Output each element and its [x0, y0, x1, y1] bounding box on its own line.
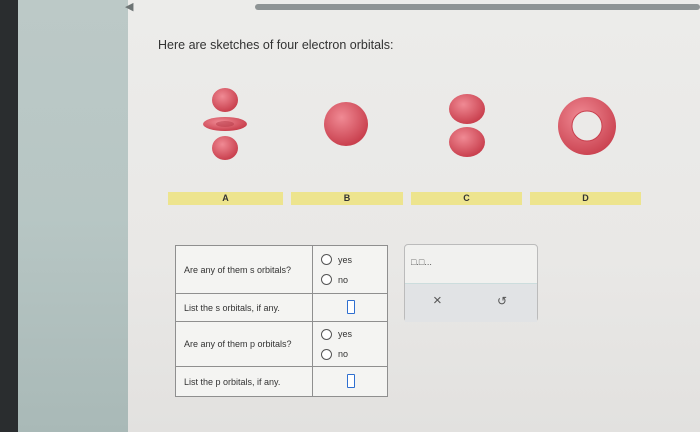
left-sidebar: [18, 0, 130, 432]
p-orbitals-input[interactable]: [347, 373, 355, 388]
radio-p-no[interactable]: no: [321, 344, 379, 364]
radio-p-no-label: no: [338, 349, 349, 359]
questions-table: Are any of them s orbitals? yes no List …: [175, 245, 388, 397]
radio-p-yes[interactable]: yes: [321, 324, 379, 344]
tools-action-bar: [405, 283, 537, 322]
radio-circle-icon[interactable]: [321, 328, 332, 340]
clear-x-icon[interactable]: ×: [433, 292, 442, 309]
radio-circle-icon[interactable]: [321, 274, 332, 285]
question-s-options: yes no: [312, 245, 388, 294]
orbital-label-d: D: [530, 192, 641, 205]
list-s-cell: [312, 293, 388, 322]
answer-tools-palette: □.□... × ↺: [404, 244, 538, 322]
orbital-c-sketch: [449, 94, 485, 157]
list-row-p: List the p orbitals, if any.: [175, 366, 388, 397]
radio-s-yes[interactable]: yes: [321, 250, 379, 270]
radio-circle-icon[interactable]: [321, 348, 332, 360]
question-s-text: Are any of them s orbitals?: [175, 245, 313, 294]
subscript-tool-button[interactable]: □.□...: [411, 257, 432, 267]
radio-s-yes-label: yes: [338, 254, 353, 265]
list-p-text: List the p orbitals, if any.: [175, 366, 313, 397]
list-row-s: List the s orbitals, if any.: [175, 293, 388, 322]
list-s-text: List the s orbitals, if any.: [175, 293, 313, 322]
orbital-b-sketch: [324, 102, 368, 146]
list-p-cell: [312, 366, 388, 397]
orbital-d-sketch: [558, 97, 616, 155]
orbital-label-a: A: [168, 192, 283, 205]
orbital-label-c: C: [411, 192, 522, 205]
back-arrow-icon[interactable]: ◀: [125, 0, 139, 14]
s-orbitals-input[interactable]: [347, 299, 355, 314]
radio-s-no-label: no: [338, 274, 349, 285]
radio-p-yes-label: yes: [338, 329, 353, 339]
orbital-label-b: B: [291, 192, 403, 205]
radio-s-no[interactable]: no: [321, 270, 379, 290]
question-p-options: yes no: [312, 321, 388, 367]
question-prompt: Here are sketches of four electron orbit…: [158, 38, 394, 52]
progress-bar: [255, 4, 700, 10]
undo-icon[interactable]: ↺: [497, 294, 507, 308]
question-p-text: Are any of them p orbitals?: [175, 321, 313, 367]
question-row-p: Are any of them p orbitals? yes no: [175, 321, 388, 367]
question-row-s: Are any of them s orbitals? yes no: [175, 245, 388, 294]
orbital-a-sketch: [203, 88, 247, 160]
radio-circle-icon[interactable]: [321, 254, 332, 265]
